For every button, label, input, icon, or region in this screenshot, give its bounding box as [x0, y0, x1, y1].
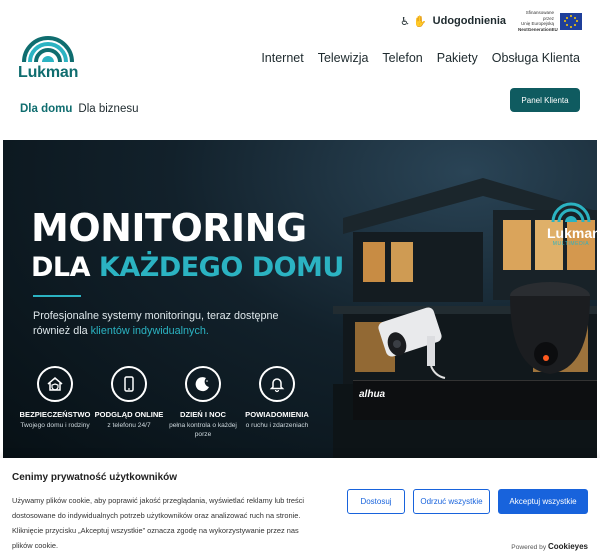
logo-text: Lukman [18, 64, 79, 81]
moon-icon [185, 366, 221, 402]
dome-camera-image [510, 282, 590, 374]
feature-item: BEZPIECZEŃSTWO Twojego domu i rodziny [18, 366, 92, 439]
hero-brand-name: Lukman [547, 225, 597, 241]
cookie-consent-banner: Cenimy prywatność użytkowników Używamy p… [0, 458, 600, 560]
eu-text-line: Unię Europejską [520, 21, 554, 26]
logo-arcs-icon [22, 36, 74, 63]
cookie-description: Używamy plików cookie, aby poprawić jako… [12, 496, 305, 550]
hero-subtitle-accent: klientów indywidualnych. [90, 325, 209, 337]
feature-desc: pełna kontrola o każdej porze [169, 422, 237, 438]
smartphone-icon [111, 366, 147, 402]
bell-icon [259, 366, 295, 402]
feature-title: PODGLĄD ONLINE [94, 410, 164, 419]
cookie-customize-button[interactable]: Dostosuj [347, 489, 405, 514]
cookieyes-logo[interactable]: Cookieyes [548, 542, 588, 551]
hero-title-prefix: DLA [31, 252, 99, 283]
main-navigation: Internet Telewizja Telefon Pakiety Obsłu… [261, 51, 580, 65]
nvr-brand: alhua [359, 389, 386, 400]
cookie-accept-button[interactable]: Akceptuj wszystkie [498, 489, 588, 514]
hero-title-line2: DLA KAŻDEGO DOMU [31, 252, 344, 283]
cookie-reject-button[interactable]: Odrzuć wszystkie [413, 489, 490, 514]
nvr-recorder-image: alhua [353, 380, 597, 420]
brand-arcs-icon [551, 202, 591, 223]
eu-funding-text: Sfinansowane przez Unię Europejską NextG… [518, 10, 558, 32]
segment-switch: Dla domu Dla biznesu [20, 103, 138, 115]
wheelchair-icon: ♿ [400, 15, 410, 28]
feature-desc: z telefonu 24/7 [107, 422, 151, 429]
accessibility-icons[interactable]: ♿ ✋ [400, 15, 427, 28]
feature-item: DZIEŃ I NOC pełna kontrola o każdej porz… [166, 366, 240, 439]
feature-list: BEZPIECZEŃSTWO Twojego domu i rodziny PO… [18, 366, 314, 439]
feature-desc: o ruchu i zdarzeniach [245, 422, 309, 429]
feature-title: DZIEŃ I NOC [180, 410, 226, 419]
feature-item: PODGLĄD ONLINE z telefonu 24/7 [92, 366, 166, 439]
house-shield-icon [37, 366, 73, 402]
hero-banner[interactable]: MONITORING DLA KAŻDEGO DOMU Profesjonaln… [3, 140, 597, 460]
hand-icon: ✋ [412, 15, 427, 28]
hero-brand-sub: MULTIMEDIA [552, 241, 590, 247]
nav-item-telewizja[interactable]: Telewizja [318, 51, 369, 65]
bullet-camera-image [378, 307, 446, 379]
nav-item-pakiety[interactable]: Pakiety [437, 51, 478, 65]
top-utility-bar: ♿ ✋ Udogodnienia Sfinansowane przez Unię… [400, 9, 582, 33]
site-logo[interactable]: Lukman [18, 28, 78, 84]
hero-divider [33, 295, 81, 297]
hero-subtitle: Profesjonalne systemy monitoringu, teraz… [33, 309, 303, 339]
nav-item-obsluga-klienta[interactable]: Obsługa Klienta [492, 51, 580, 65]
powered-by: Powered by Cookieyes [511, 542, 588, 551]
cookie-title: Cenimy prywatność użytkowników [12, 472, 178, 483]
eu-text-line: NextGenerationEU [518, 26, 558, 32]
feature-desc: Twojego domu i rodziny [20, 422, 90, 429]
nav-item-internet[interactable]: Internet [261, 51, 303, 65]
eu-text-line: Sfinansowane przez [525, 10, 554, 21]
nav-item-telefon[interactable]: Telefon [382, 51, 422, 65]
feature-title: POWIADOMIENIA [245, 410, 309, 419]
eu-flag-icon [560, 12, 582, 30]
hero-title-line1: MONITORING [31, 206, 307, 250]
feature-title: BEZPIECZEŃSTWO [19, 410, 91, 419]
powered-prefix: Powered by [511, 544, 547, 551]
feature-item: POWIADOMIENIA o ruchu i zdarzeniach [240, 366, 314, 439]
site-header: ♿ ✋ Udogodnienia Sfinansowane przez Unię… [0, 0, 600, 140]
segment-dla-domu[interactable]: Dla domu [20, 103, 72, 115]
hero-brand-logo: Lukman MULTIMEDIA [547, 198, 597, 247]
segment-dla-biznesu[interactable]: Dla biznesu [78, 103, 138, 115]
panel-klienta-button[interactable]: Panel Klienta [510, 88, 580, 112]
accessibility-link[interactable]: Udogodnienia [433, 15, 506, 27]
hero-title-accent: KAŻDEGO DOMU [98, 252, 344, 283]
